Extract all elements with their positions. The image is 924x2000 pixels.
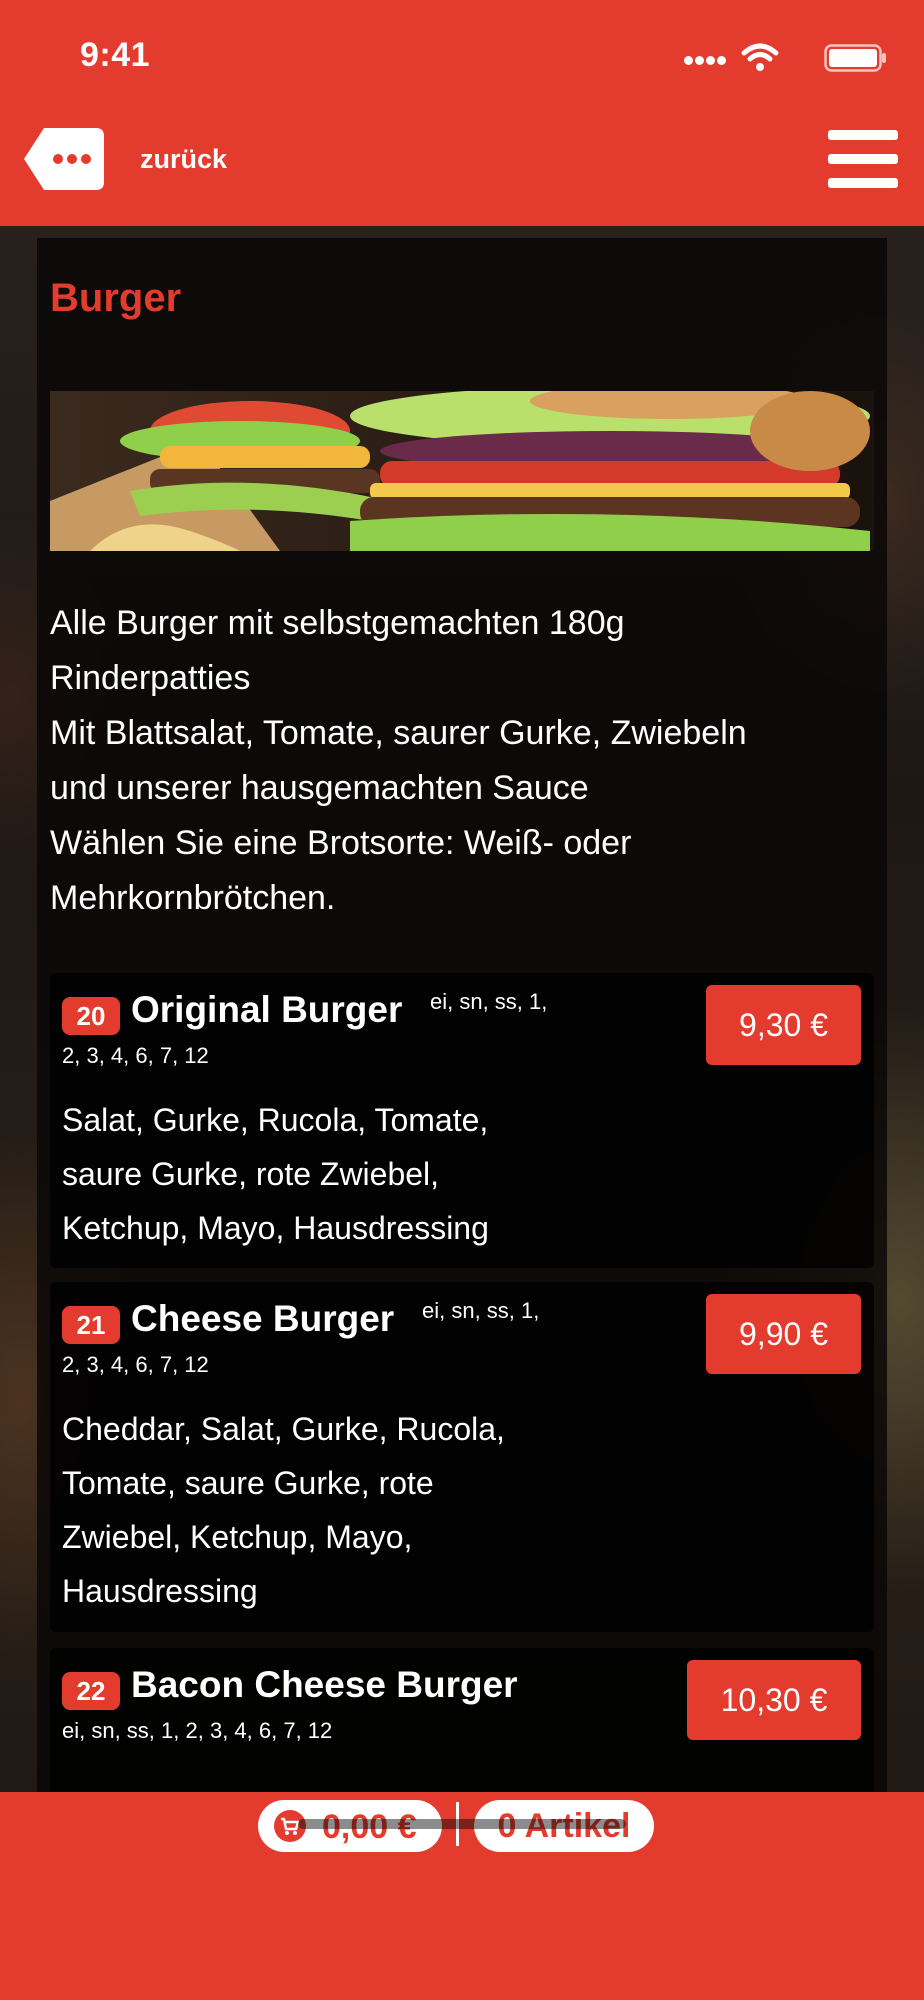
item-allergens: ei, sn, ss, 1, — [430, 989, 548, 1014]
menu-item-card[interactable]: 22 Bacon Cheese Burger ei, sn, ss, 1, 2,… — [50, 1648, 874, 1794]
back-label: zurück — [140, 144, 228, 174]
item-number-badge: 22 — [62, 1672, 120, 1710]
item-name: Original Burger — [131, 989, 403, 1030]
menu-category-panel: Burger Alle Burger mit selbstgemachten 1… — [37, 238, 887, 1794]
item-allergens: 2, 3, 4, 6, 7, 12 — [62, 1352, 209, 1377]
description-line: Mehrkornbrötchen. — [50, 879, 336, 917]
home-indicator — [298, 1819, 626, 1829]
item-description-line: Hausdressing — [62, 1573, 258, 1609]
price-button[interactable]: 10,30 € — [687, 1660, 861, 1740]
back-button[interactable]: zurück — [24, 128, 244, 190]
menu-item-card[interactable]: 20 Original Burger ei, sn, ss, 1, 2, 3, … — [50, 973, 874, 1268]
item-allergens: ei, sn, ss, 1, — [422, 1298, 540, 1323]
item-description-line: Ketchup, Mayo, Hausdressing — [62, 1210, 489, 1246]
item-name: Cheese Burger — [131, 1298, 395, 1339]
hamburger-menu-icon[interactable] — [828, 130, 898, 188]
item-number-badge: 21 — [62, 1306, 120, 1344]
item-description-line: Salat, Gurke, Rucola, Tomate, — [62, 1102, 489, 1138]
item-description: Salat, Gurke, Rucola, Tomate, saure Gurk… — [62, 1093, 532, 1255]
status-time: 9:41 — [80, 36, 151, 74]
description-line: Wählen Sie eine Brotsorte: Weiß- oder — [50, 824, 632, 862]
status-icons — [668, 42, 888, 72]
ellipsis-tag-icon — [24, 128, 104, 190]
item-allergens: 2, 3, 4, 6, 7, 12 — [62, 1043, 209, 1068]
item-description-line: Zwiebel, Ketchup, Mayo, — [62, 1519, 413, 1555]
item-description-line: Cheddar, Salat, Gurke, Rucola, — [62, 1411, 505, 1447]
description-line: Alle Burger mit selbstgemachten 180g — [50, 604, 625, 642]
menu-item-card[interactable]: 21 Cheese Burger ei, sn, ss, 1, 2, 3, 4,… — [50, 1282, 874, 1632]
item-description-line: Tomate, saure Gurke, rote — [62, 1465, 434, 1501]
burger-hero-image — [50, 391, 874, 551]
item-description: Cheddar, Salat, Gurke, Rucola, Tomate, s… — [62, 1402, 532, 1618]
signal-icon — [684, 56, 728, 68]
battery-icon — [824, 44, 886, 72]
price-button[interactable]: 9,30 € — [706, 985, 861, 1065]
category-description: Alle Burger mit selbstgemachten 180g Rin… — [50, 596, 880, 926]
app-header: 9:41 zurück — [0, 0, 924, 226]
description-line: Rinderpatties — [50, 659, 251, 697]
item-allergens: ei, sn, ss, 1, 2, 3, 4, 6, 7, 12 — [62, 1718, 333, 1743]
item-name: Bacon Cheese Burger — [131, 1664, 518, 1705]
wifi-icon — [741, 43, 779, 71]
description-line: Mit Blattsalat, Tomate, saurer Gurke, Zw… — [50, 714, 747, 752]
item-description-line: saure Gurke, rote Zwiebel, — [62, 1156, 440, 1192]
item-number-badge: 20 — [62, 997, 120, 1035]
category-title: Burger — [50, 276, 182, 320]
description-line: und unserer hausgemachten Sauce — [50, 769, 589, 807]
price-button[interactable]: 9,90 € — [706, 1294, 861, 1374]
